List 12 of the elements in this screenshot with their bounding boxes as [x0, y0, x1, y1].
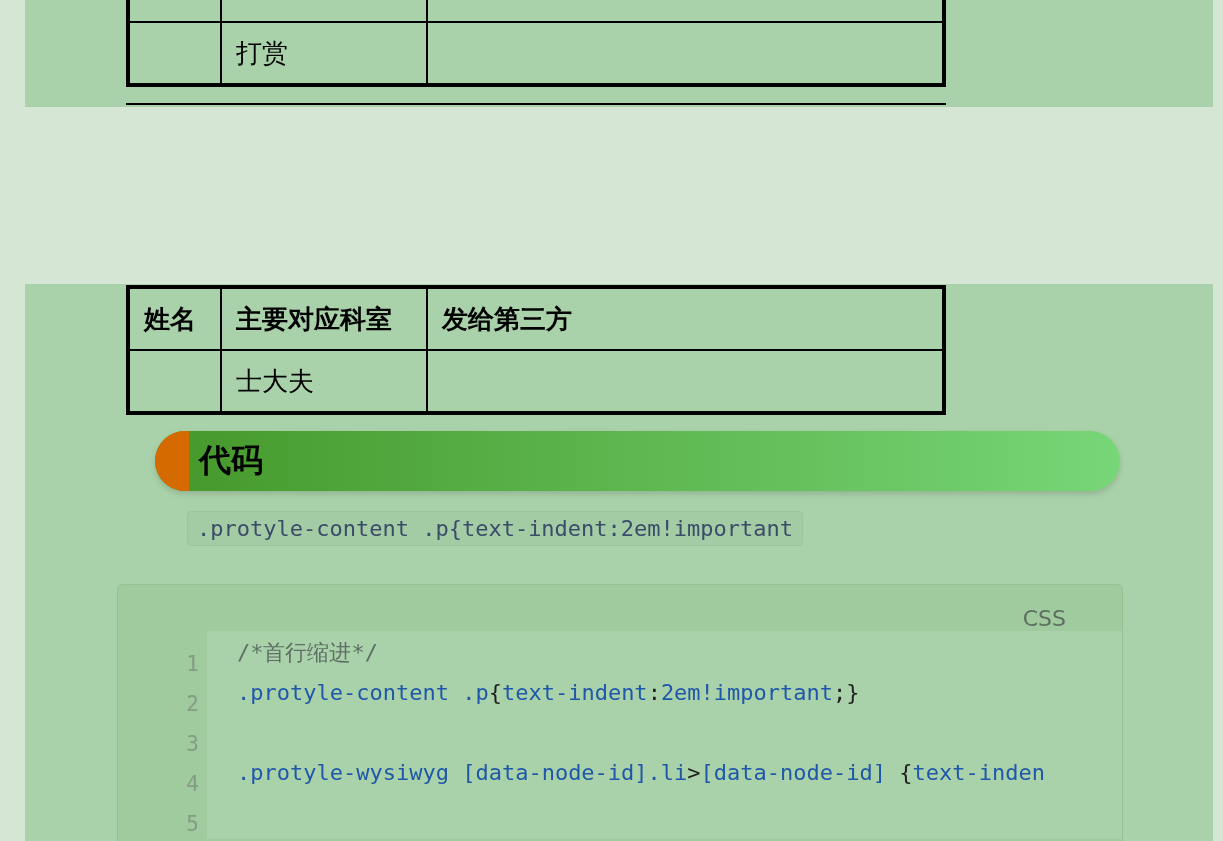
code-line: .protyle-wysiwyg [data-node-id].li>[data-node-id] {text-inden: [237, 760, 1045, 785]
heading-text: 代码: [199, 440, 263, 481]
heading-accent: [155, 431, 189, 491]
language-label: CSS: [1022, 606, 1066, 631]
code-line: /*首行缩进*/: [237, 640, 378, 665]
column-header: 主要对应科室: [236, 303, 392, 334]
code-line: .protyle-content .p{text-indent:2em!important;}: [237, 680, 860, 705]
column-header: 姓名: [144, 303, 196, 334]
table-cell: 打赏: [236, 37, 288, 68]
inline-code: .protyle-content .p{text-indent:2em!important: [187, 511, 804, 546]
table-cell: 士大夫: [236, 365, 314, 396]
column-header: 发给第三方: [442, 303, 572, 334]
